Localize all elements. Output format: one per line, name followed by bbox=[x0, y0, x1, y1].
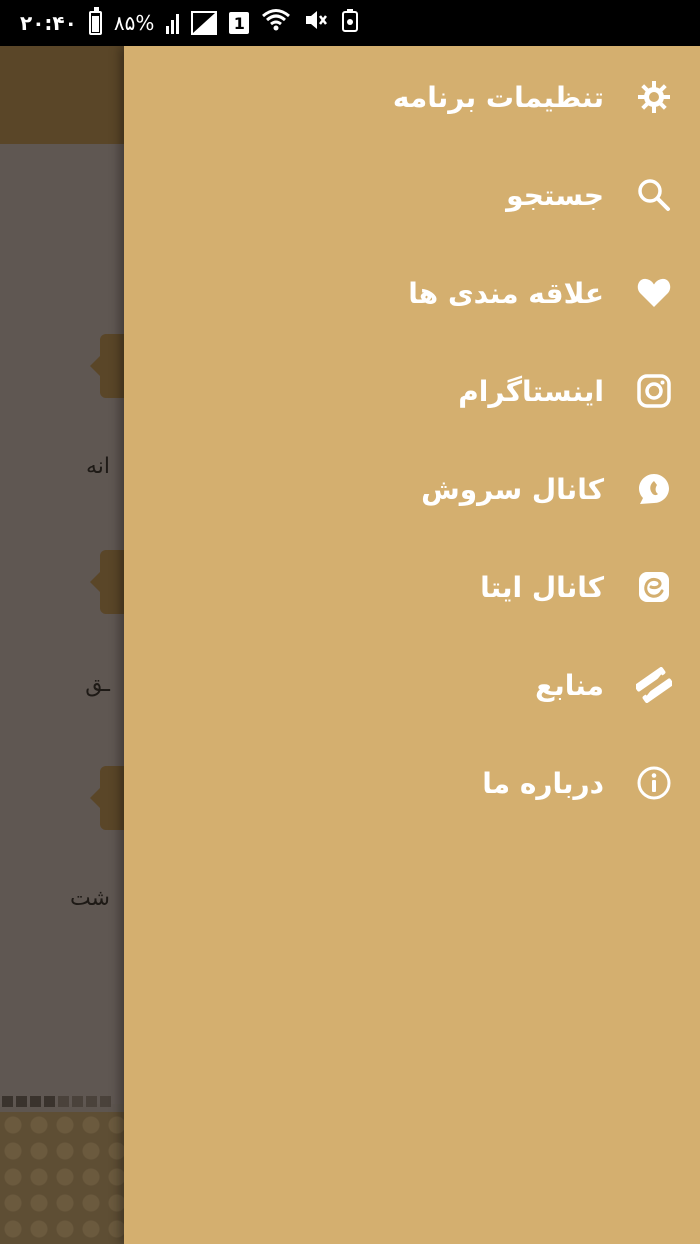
eitaa-icon bbox=[634, 567, 674, 607]
menu-item-label: جستجو bbox=[506, 178, 604, 212]
menu-item-eitaa-channel[interactable]: کانال ایتا bbox=[124, 538, 700, 636]
gear-icon bbox=[634, 77, 674, 117]
info-icon bbox=[634, 763, 674, 803]
menu-item-label: تنظیمات برنامه bbox=[392, 80, 604, 114]
soroush-icon bbox=[634, 469, 674, 509]
sim-slot-badge: 1 bbox=[229, 12, 250, 34]
list-item-marker bbox=[90, 550, 124, 614]
status-time: ۲۰:۴۰ bbox=[20, 11, 77, 35]
cellular-signal-icon bbox=[191, 11, 218, 35]
status-bar: ۲۰:۴۰ ۸۵% 1 bbox=[0, 0, 700, 46]
mute-icon bbox=[303, 8, 329, 38]
list-item-label: شت bbox=[69, 886, 110, 911]
list-item-marker bbox=[90, 334, 124, 398]
instagram-icon bbox=[634, 371, 674, 411]
menu-item-soroush-channel[interactable]: کانال سروش bbox=[124, 440, 700, 538]
menu-item-instagram[interactable]: اینستاگرام bbox=[124, 342, 700, 440]
menu-item-search[interactable]: جستجو bbox=[124, 146, 700, 244]
menu-item-label: اینستاگرام bbox=[458, 374, 604, 408]
list-item-label: انه bbox=[85, 454, 110, 479]
menu-item-label: علاقه مندی ها bbox=[408, 276, 604, 310]
menu-item-settings[interactable]: تنظیمات برنامه bbox=[124, 48, 700, 146]
menu-item-sources[interactable]: منابع bbox=[124, 636, 700, 734]
menu-item-label: درباره ما bbox=[482, 766, 604, 800]
menu-item-label: کانال سروش bbox=[421, 472, 604, 506]
navigation-drawer: تنظیمات برنامه جستجو علاقه مندی ها اینست… bbox=[124, 46, 700, 1244]
list-item-marker bbox=[90, 766, 124, 830]
wifi-icon bbox=[261, 8, 291, 38]
sources-icon bbox=[634, 665, 674, 705]
menu-item-label: کانال ایتا bbox=[480, 570, 604, 604]
list-item-label: ـق bbox=[85, 672, 110, 697]
page-indicator bbox=[0, 1096, 124, 1112]
heart-icon bbox=[634, 273, 674, 313]
battery-saver-icon bbox=[341, 8, 359, 38]
menu-item-label: منابع bbox=[535, 668, 604, 702]
battery-icon bbox=[88, 7, 102, 35]
menu-item-about-us[interactable]: درباره ما bbox=[124, 734, 700, 832]
menu-item-favorites[interactable]: علاقه مندی ها bbox=[124, 244, 700, 342]
search-icon bbox=[634, 175, 674, 215]
signal-icon bbox=[166, 12, 180, 34]
battery-percent: ۸۵% bbox=[113, 11, 155, 35]
